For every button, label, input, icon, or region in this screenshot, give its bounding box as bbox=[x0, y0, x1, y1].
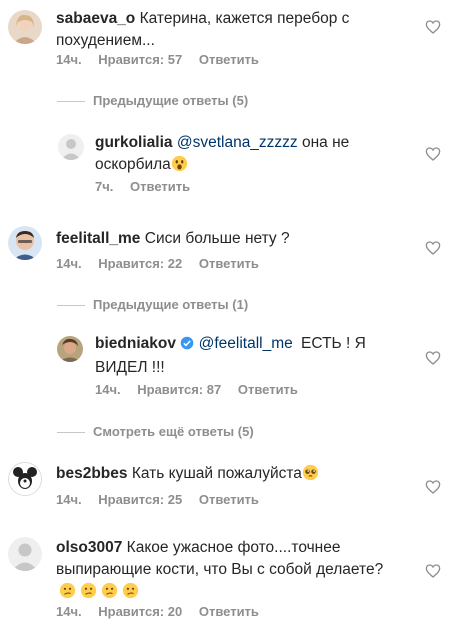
comment-username[interactable]: olso3007 bbox=[56, 539, 122, 556]
divider-line bbox=[57, 305, 85, 306]
heart-outline-icon[interactable] bbox=[425, 350, 441, 366]
comment-meta: 14ч. Нравится: 57 Ответить bbox=[56, 51, 259, 69]
comment-meta: 14ч. Нравится: 87 Ответить bbox=[95, 381, 298, 399]
avatar-gurkolialia[interactable] bbox=[58, 134, 84, 160]
comment-likes[interactable]: Нравится: 22 bbox=[98, 255, 182, 273]
comment-text: Кать кушай пожалуйста bbox=[131, 465, 302, 482]
reply-button[interactable]: Ответить bbox=[130, 178, 190, 196]
reply-button[interactable]: Ответить bbox=[199, 491, 259, 509]
avatar-olso3007[interactable] bbox=[8, 537, 42, 571]
heart-outline-icon[interactable] bbox=[425, 146, 441, 162]
avatar-feelitall-me[interactable] bbox=[8, 226, 42, 260]
heart-outline-icon[interactable] bbox=[425, 19, 441, 35]
comment-mention[interactable]: @feelitall_me bbox=[199, 335, 293, 352]
comment-time[interactable]: 14ч. bbox=[56, 255, 82, 273]
view-previous-replies-button[interactable]: Предыдущие ответы (5) bbox=[93, 92, 248, 110]
reply-biedniakov: biedniakov @feelitall_me ЕСТЬ ! Я ВИДЕЛ … bbox=[95, 333, 415, 379]
comment-feelitall-me: feelitall_me Сиси больше нету ? bbox=[56, 228, 396, 250]
divider-line bbox=[57, 432, 85, 433]
avatar-sabaeva-o[interactable] bbox=[8, 10, 42, 44]
comment-meta: 7ч. Ответить bbox=[95, 178, 190, 196]
comment-time[interactable]: 14ч. bbox=[56, 603, 82, 621]
divider-line bbox=[57, 101, 85, 102]
comment-mention[interactable]: @svetlana_zzzzz bbox=[177, 134, 298, 151]
comment-meta: 14ч. Нравится: 20 Ответить bbox=[56, 603, 259, 621]
comment-likes[interactable]: Нравится: 57 bbox=[98, 51, 182, 69]
heart-outline-icon[interactable] bbox=[425, 479, 441, 495]
heart-outline-icon[interactable] bbox=[425, 563, 441, 579]
comment-username[interactable]: gurkolialia bbox=[95, 134, 173, 151]
comment-time[interactable]: 14ч. bbox=[95, 381, 121, 399]
avatar-bes2bbes[interactable] bbox=[8, 462, 42, 496]
comment-username[interactable]: sabaeva_o bbox=[56, 10, 135, 27]
heart-outline-icon[interactable] bbox=[425, 240, 441, 256]
comment-meta: 14ч. Нравится: 25 Ответить bbox=[56, 491, 259, 509]
confused-emoji-group bbox=[56, 582, 139, 600]
avatar-biedniakov[interactable] bbox=[57, 336, 83, 362]
comment-text: Сиси больше нету ? bbox=[144, 230, 290, 247]
comment-time[interactable]: 14ч. bbox=[56, 491, 82, 509]
reply-button[interactable]: Ответить bbox=[238, 381, 298, 399]
astonished-emoji-icon bbox=[171, 155, 188, 179]
reply-button[interactable]: Ответить bbox=[199, 51, 259, 69]
comment-likes[interactable]: Нравится: 25 bbox=[98, 491, 182, 509]
comment-likes[interactable]: Нравится: 20 bbox=[98, 603, 182, 621]
reply-button[interactable]: Ответить bbox=[199, 603, 259, 621]
comment-olso3007: olso3007 Какое ужасное фото....точнее вы… bbox=[56, 537, 386, 606]
comment-time[interactable]: 7ч. bbox=[95, 178, 113, 196]
pleading-emoji-icon bbox=[302, 464, 319, 488]
view-previous-replies-button[interactable]: Предыдущие ответы (1) bbox=[93, 296, 248, 314]
reply-gurkolialia: gurkolialia @svetlana_zzzzz она не оскор… bbox=[95, 132, 395, 179]
comment-username[interactable]: bes2bbes bbox=[56, 465, 128, 482]
comment-username[interactable]: biedniakov bbox=[95, 335, 176, 352]
comment-sabaeva-o: sabaeva_o Катерина, кажется перебор с по… bbox=[56, 8, 396, 52]
comment-likes[interactable]: Нравится: 87 bbox=[137, 381, 221, 399]
reply-button[interactable]: Ответить bbox=[199, 255, 259, 273]
view-more-replies-button[interactable]: Смотреть ещё ответы (5) bbox=[93, 423, 254, 441]
comment-bes2bbes: bes2bbes Кать кушай пожалуйста bbox=[56, 463, 396, 488]
comment-time[interactable]: 14ч. bbox=[56, 51, 82, 69]
comment-username[interactable]: feelitall_me bbox=[56, 230, 140, 247]
verified-badge-icon bbox=[180, 335, 194, 357]
comment-meta: 14ч. Нравится: 22 Ответить bbox=[56, 255, 259, 273]
